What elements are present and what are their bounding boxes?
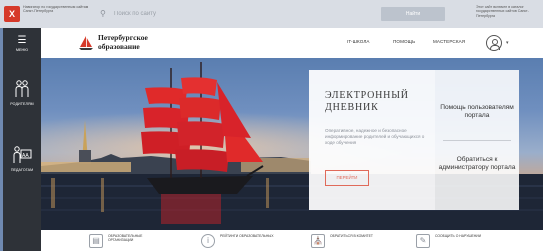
- go-button[interactable]: ПЕРЕЙТИ: [325, 170, 369, 186]
- info-icon: i: [201, 234, 215, 248]
- nav-it-school[interactable]: IT-ШКОЛА: [347, 39, 370, 44]
- quick-link-label: ОБРАТИТЬСЯ В КОМИТЕТ: [330, 234, 373, 238]
- search-icon: ⚲: [100, 9, 106, 18]
- e-diary-title-line-2: ДНЕВНИК: [325, 102, 379, 113]
- logo-line-2: образование: [98, 41, 140, 51]
- menu-button[interactable]: ☰ МЕНЮ: [3, 35, 41, 53]
- hamburger-icon: ☰: [17, 35, 27, 46]
- e-diary-title-line-1: ЭЛЕКТРОННЫЙ: [325, 90, 409, 101]
- gov-topbar: Х Навигатор по государственным сайтам Са…: [0, 0, 543, 28]
- logo-text[interactable]: Петербургское образование: [98, 33, 148, 51]
- document-icon: ▤: [89, 234, 103, 248]
- quick-link-label: ОБРАЗОВАТЕЛЬНЫЕ ОРГАНИЗАЦИИ: [108, 234, 143, 243]
- quick-link-report[interactable]: ✎ СООБЩИТЬ О НАРУШЕНИИ: [416, 234, 491, 248]
- quick-links-bar: ▤ ОБРАЗОВАТЕЛЬНЫЕ ОРГАНИЗАЦИИ i РЕЙТИНГИ…: [41, 230, 543, 251]
- sidebar-item-label: РОДИТЕЛЯМ: [10, 102, 34, 106]
- teachers-icon: AA: [13, 146, 32, 163]
- quick-link-organizations[interactable]: ▤ ОБРАЗОВАТЕЛЬНЫЕ ОРГАНИЗАЦИИ: [89, 234, 164, 248]
- sidebar-item-teachers[interactable]: AA ПЕДАГОГАМ: [3, 146, 41, 172]
- chevron-down-icon[interactable]: ▾: [506, 40, 509, 46]
- catalog-notice[interactable]: Этот сайт включен в каталог государствен…: [476, 5, 542, 18]
- nav-help[interactable]: ПОМОЩЬ: [393, 39, 415, 44]
- menu-label: МЕНЮ: [15, 48, 29, 52]
- nav-workshop[interactable]: МАСТЕРСКАЯ: [433, 39, 465, 44]
- help-panel: Помощь пользователям портала Обратиться …: [435, 70, 519, 210]
- find-button[interactable]: Найти: [381, 7, 445, 21]
- quick-link-ratings[interactable]: i РЕЙТИНГИ ОБРАЗОВАТЕЛЬНЫХ: [201, 234, 276, 248]
- user-account-icon[interactable]: [486, 35, 502, 51]
- quick-link-label: СООБЩИТЬ О НАРУШЕНИИ: [435, 234, 482, 238]
- quick-link-committee[interactable]: ⛪ ОБРАТИТЬСЯ В КОМИТЕТ: [311, 234, 386, 248]
- report-icon: ✎: [416, 234, 430, 248]
- logo-icon[interactable]: [78, 35, 94, 51]
- sidebar: ☰ МЕНЮ РОДИТЕЛЯМ AA ПЕДАГОГАМ: [3, 28, 41, 251]
- e-diary-description: Оперативное, надежное и безопасное инфор…: [325, 128, 425, 145]
- search-input[interactable]: [114, 11, 394, 17]
- search-bar: ⚲: [100, 7, 400, 21]
- quick-link-label: РЕЙТИНГИ ОБРАЗОВАТЕЛЬНЫХ: [220, 234, 274, 238]
- site-header: Петербургское образование IT-ШКОЛА ПОМОЩ…: [41, 28, 543, 58]
- hero-banner: ЭЛЕКТРОННЫЙ ДНЕВНИК Оперативное, надежно…: [41, 58, 543, 230]
- institution-icon: ⛪: [311, 234, 325, 248]
- contact-admin-link[interactable]: Обратиться к администратору портала: [435, 156, 519, 171]
- sidebar-item-parents[interactable]: РОДИТЕЛЯМ: [3, 80, 41, 106]
- help-divider: [443, 140, 511, 141]
- gov-logo-icon[interactable]: Х: [4, 6, 20, 22]
- e-diary-card: ЭЛЕКТРОННЫЙ ДНЕВНИК Оперативное, надежно…: [309, 70, 435, 210]
- svg-text:AA: AA: [22, 153, 29, 159]
- help-users-link[interactable]: Помощь пользователям портала: [435, 104, 519, 119]
- sidebar-item-label: ПЕДАГОГАМ: [10, 168, 34, 172]
- gov-navigator-text[interactable]: Навигатор по государственным сайтам Санк…: [23, 5, 89, 14]
- parents-icon: [15, 80, 29, 97]
- e-diary-title: ЭЛЕКТРОННЫЙ ДНЕВНИК: [325, 90, 409, 114]
